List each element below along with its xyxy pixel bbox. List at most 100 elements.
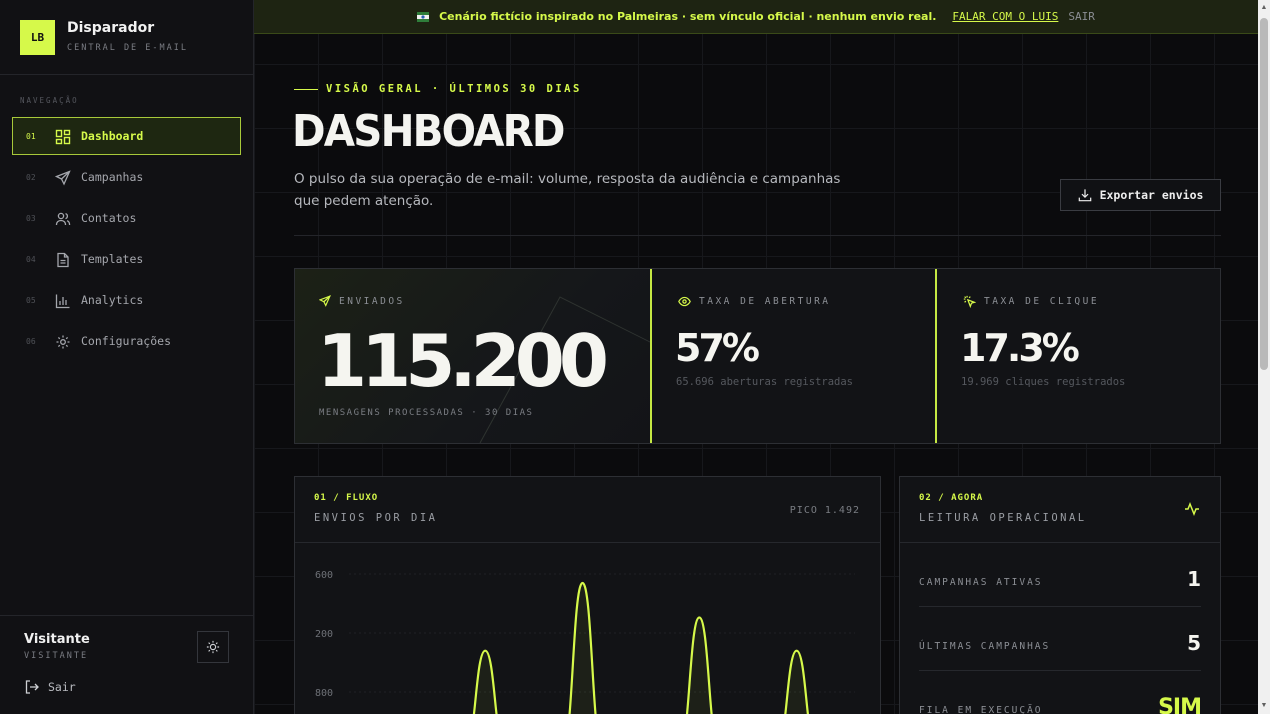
stat-card-sent: ENVIADOS 115.200 MENSAGENS PROCESSADAS ·…	[295, 269, 652, 443]
user-panel: Visitante VISITANTE Sair	[0, 615, 253, 714]
page-eyebrow: VISÃO GERAL · ÚLTIMOS 30 DIAS	[294, 83, 582, 95]
ops-row-value: SIM	[1158, 695, 1202, 714]
logout-label: Sair	[48, 680, 76, 694]
eye-icon	[678, 296, 691, 307]
brand-header: LB Disparador CENTRAL DE E-MAIL	[0, 0, 253, 75]
nav-item-label: Configurações	[81, 334, 172, 348]
ops-row-label: FILA EM EXECUÇÃO	[919, 705, 1043, 714]
nav-item-label: Templates	[81, 252, 144, 266]
y-tick-label: 600	[315, 570, 333, 581]
daily-sends-chart: 600 200 800	[315, 570, 855, 714]
page-scrollbar[interactable]: ▲ ▼	[1258, 0, 1270, 714]
logout-icon	[25, 680, 39, 694]
sidebar-item-contatos[interactable]: 03 Contatos	[12, 199, 241, 237]
operational-card: 02 / AGORA LEITURA OPERACIONAL CAMPANHAS…	[899, 476, 1221, 714]
brand-name: Disparador	[67, 20, 155, 36]
flow-chart-card: 01 / FLUXO ENVIOS POR DIA PICO 1.492 600…	[294, 476, 881, 714]
stat-label: TAXA DE CLIQUE	[963, 295, 1099, 308]
brand-subtitle: CENTRAL DE E-MAIL	[67, 43, 188, 53]
ops-row-label: ÚLTIMAS CAMPANHAS	[919, 641, 1051, 652]
eyebrow-line	[294, 88, 318, 90]
nav-item-number: 03	[26, 213, 36, 223]
sent-count: 115.200	[317, 319, 609, 403]
card-tag: 02 / AGORA	[919, 493, 984, 503]
click-rate-value: 17.3%	[960, 326, 1080, 370]
brand-logo[interactable]: LB	[20, 20, 55, 55]
divider	[294, 235, 1221, 236]
send-icon	[319, 295, 331, 307]
nav-item-number: 01	[26, 131, 36, 141]
page-title: DASHBOARD	[292, 106, 566, 157]
peak-label: PICO 1.492	[789, 505, 860, 516]
nav-item-number: 04	[26, 254, 36, 264]
flag-icon	[417, 11, 430, 22]
sidebar-item-templates[interactable]: 04 Templates	[12, 240, 241, 278]
ops-row-queue: FILA EM EXECUÇÃO SIM	[919, 671, 1202, 714]
ops-row-value: 5	[1187, 631, 1201, 655]
scrollbar-thumb[interactable]	[1260, 18, 1268, 370]
gear-icon	[56, 335, 70, 349]
banner-text: Cenário fictício inspirado no Palmeiras …	[439, 10, 937, 23]
grid-icon	[55, 129, 71, 145]
stat-card-click-rate: TAXA DE CLIQUE 17.3% 19.969 cliques regi…	[939, 269, 1220, 443]
nav-item-label: Dashboard	[81, 129, 144, 143]
stats-row: ENVIADOS 115.200 MENSAGENS PROCESSADAS ·…	[294, 268, 1221, 444]
sidebar: LB Disparador CENTRAL DE E-MAIL NAVEGAÇÃ…	[0, 0, 254, 714]
ops-row-recent-campaigns: ÚLTIMAS CAMPANHAS 5	[919, 607, 1201, 671]
disclaimer-banner: Cenário fictício inspirado no Palmeiras …	[254, 0, 1258, 34]
stat-footnote: MENSAGENS PROCESSADAS · 30 DIAS	[319, 408, 534, 418]
sidebar-item-campanhas[interactable]: 02 Campanhas	[12, 158, 241, 196]
page-description: O pulso da sua operação de e-mail: volum…	[294, 171, 841, 209]
open-rate-sub: 65.696 aberturas registradas	[676, 376, 854, 388]
user-name: Visitante	[24, 632, 90, 647]
ops-row-value: 1	[1187, 567, 1201, 591]
nav-item-label: Analytics	[81, 293, 144, 307]
banner-exit-link[interactable]: SAIR	[1068, 10, 1095, 23]
logout-button[interactable]: Sair	[24, 679, 76, 695]
nav-item-label: Campanhas	[81, 170, 144, 184]
stat-card-open-rate: TAXA DE ABERTURA 57% 65.696 aberturas re…	[654, 269, 937, 443]
stat-label-text: TAXA DE ABERTURA	[699, 296, 831, 307]
card-header: 02 / AGORA LEITURA OPERACIONAL	[900, 477, 1220, 543]
send-icon	[55, 170, 71, 186]
download-icon	[1078, 189, 1091, 202]
activity-icon	[1185, 501, 1199, 517]
sidebar-item-analytics[interactable]: 05 Analytics	[12, 281, 241, 319]
series-line	[472, 581, 809, 714]
main-content: Cenário fictício inspirado no Palmeiras …	[254, 0, 1258, 714]
export-button[interactable]: Exportar envios	[1060, 179, 1221, 211]
y-tick-label: 800	[315, 688, 333, 699]
nav-item-number: 05	[26, 295, 36, 305]
sun-icon	[206, 640, 220, 654]
nav-item-number: 02	[26, 172, 36, 182]
card-title: ENVIOS POR DIA	[314, 512, 438, 524]
open-rate-value: 57%	[675, 326, 760, 370]
document-icon	[57, 252, 69, 268]
eyebrow-text: VISÃO GERAL · ÚLTIMOS 30 DIAS	[326, 83, 582, 95]
contact-link[interactable]: FALAR COM O LUIS	[952, 10, 1058, 23]
scroll-down-arrow[interactable]: ▼	[1260, 702, 1268, 710]
export-label: Exportar envios	[1099, 188, 1204, 202]
card-title: LEITURA OPERACIONAL	[919, 512, 1087, 524]
stat-label: ENVIADOS	[319, 295, 405, 307]
sidebar-item-configuracoes[interactable]: 06 Configurações	[12, 322, 241, 360]
users-icon	[55, 212, 71, 226]
card-header: 01 / FLUXO ENVIOS POR DIA PICO 1.492	[295, 477, 880, 543]
bar-chart-icon	[55, 294, 70, 309]
theme-toggle-button[interactable]	[197, 631, 229, 663]
ops-row-label: CAMPANHAS ATIVAS	[919, 577, 1043, 588]
stat-label: TAXA DE ABERTURA	[678, 295, 831, 308]
stat-label-text: ENVIADOS	[339, 295, 405, 307]
sidebar-item-dashboard[interactable]: 01 Dashboard	[12, 117, 241, 155]
nav-section-label: NAVEGAÇÃO	[20, 96, 79, 105]
stat-label-text: TAXA DE CLIQUE	[984, 296, 1100, 307]
nav-item-label: Contatos	[81, 211, 137, 225]
click-icon	[963, 295, 976, 308]
ops-row-active-campaigns: CAMPANHAS ATIVAS 1	[919, 543, 1201, 607]
click-rate-sub: 19.969 cliques registrados	[961, 376, 1126, 388]
y-tick-label: 200	[315, 629, 333, 640]
nav-item-number: 06	[26, 336, 36, 346]
user-role: VISITANTE	[24, 651, 89, 661]
series-area	[473, 583, 808, 714]
scroll-up-arrow[interactable]: ▲	[1260, 4, 1268, 12]
